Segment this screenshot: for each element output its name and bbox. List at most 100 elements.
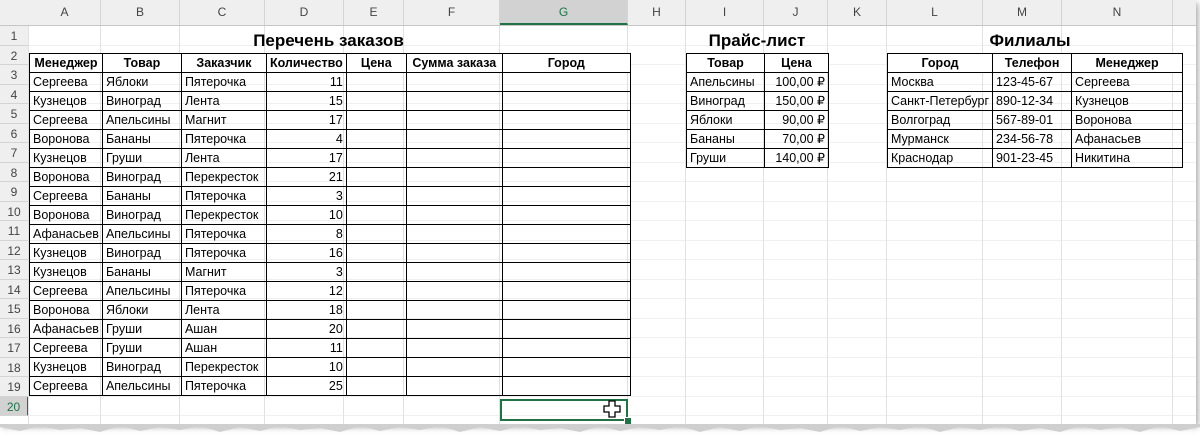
orders-cell[interactable] [405,91,503,111]
column-header-g[interactable]: G [500,0,628,25]
orders-cell[interactable] [345,110,407,130]
orders-cell[interactable]: Кузнецов [29,357,103,377]
branches-cell[interactable]: Воронова [1071,110,1184,130]
orders-cell[interactable]: 17 [265,148,347,168]
orders-cell[interactable] [345,224,407,244]
row-header-19[interactable]: 19 [0,377,29,397]
row-header-3[interactable]: 3 [0,65,29,85]
orders-cell[interactable]: 15 [265,91,347,111]
orders-cell[interactable]: 4 [265,129,347,149]
orders-cell[interactable]: Апельсины [101,281,182,301]
orders-cell[interactable]: Лента [180,91,267,111]
orders-cell[interactable]: Сергеева [29,110,103,130]
orders-cell[interactable] [405,243,503,263]
orders-cell[interactable] [345,338,407,358]
orders-cell[interactable]: Яблоки [101,72,182,92]
orders-cell[interactable]: Виноград [101,357,182,377]
orders-header-cell[interactable]: Цена [345,53,407,73]
row-header-2[interactable]: 2 [0,45,29,65]
orders-cell[interactable]: 10 [265,357,347,377]
orders-cell[interactable] [501,167,631,187]
orders-cell[interactable] [405,186,503,206]
row-header-20[interactable]: 20 [0,396,29,416]
column-header-n[interactable]: N [1062,0,1173,25]
orders-cell[interactable] [405,148,503,168]
orders-cell[interactable]: Афанасьев [29,224,103,244]
orders-cell[interactable]: Лента [180,300,267,320]
orders-cell[interactable] [501,262,631,282]
column-header-k[interactable]: K [828,0,887,25]
branches-cell[interactable]: 234-56-78 [992,129,1073,149]
column-header-i[interactable]: I [686,0,764,25]
row-header-10[interactable]: 10 [0,201,29,221]
orders-cell[interactable]: Кузнецов [29,262,103,282]
orders-cell[interactable]: 20 [265,319,347,339]
orders-header-cell[interactable]: Город [501,53,631,73]
orders-cell[interactable] [345,357,407,377]
branches-cell[interactable]: Волгоград [886,110,994,130]
orders-cell[interactable]: Бананы [101,186,182,206]
orders-header-cell[interactable]: Количество [265,53,347,73]
orders-cell[interactable] [405,224,503,244]
orders-cell[interactable] [345,167,407,187]
orders-cell[interactable] [405,357,503,377]
orders-cell[interactable]: Виноград [101,91,182,111]
row-header-12[interactable]: 12 [0,240,29,260]
orders-cell[interactable] [405,281,503,301]
orders-cell[interactable] [501,186,631,206]
column-header-c[interactable]: C [180,0,265,25]
orders-cell[interactable] [405,72,503,92]
row-header-15[interactable]: 15 [0,299,29,319]
row-header-4[interactable]: 4 [0,84,29,104]
orders-cell[interactable]: Афанасьев [29,319,103,339]
spreadsheet[interactable]: ABCDEFGHIJKLMN 1 2 3 4 5 6 7 8 9 10 11 12 13 14 15 16 17… [0,0,1196,424]
orders-cell[interactable] [501,224,631,244]
orders-cell[interactable] [345,243,407,263]
row-header-8[interactable]: 8 [0,162,29,182]
orders-cell[interactable]: Ашан [180,338,267,358]
orders-cell[interactable]: Перекресток [180,205,267,225]
orders-cell[interactable] [501,110,631,130]
column-header-j[interactable]: J [764,0,828,25]
row-header-9[interactable]: 9 [0,182,29,202]
pricelist-header-cell[interactable]: Товар [686,53,765,73]
row-header-16[interactable]: 16 [0,318,29,338]
orders-cell[interactable]: 12 [265,281,347,301]
orders-cell[interactable]: 10 [265,205,347,225]
orders-cell[interactable]: 21 [265,167,347,187]
orders-cell[interactable]: Пятерочка [180,186,267,206]
pricelist-cell[interactable]: Груши [686,148,765,168]
orders-cell[interactable]: Кузнецов [29,148,103,168]
orders-cell[interactable] [345,148,407,168]
orders-cell[interactable]: 25 [265,376,347,396]
branches-cell[interactable]: 890-12-34 [992,91,1073,111]
orders-cell[interactable]: Сергеева [29,338,103,358]
orders-cell[interactable] [501,205,631,225]
orders-cell[interactable]: Сергеева [29,186,103,206]
orders-cell[interactable]: Кузнецов [29,243,103,263]
orders-cell[interactable]: Лента [180,148,267,168]
branches-cell[interactable]: 123-45-67 [992,72,1073,92]
branches-cell[interactable]: Мурманск [886,129,994,149]
orders-cell[interactable]: Магнит [180,110,267,130]
orders-cell[interactable]: Пятерочка [180,243,267,263]
orders-cell[interactable]: Сергеева [29,281,103,301]
orders-cell[interactable] [405,205,503,225]
orders-cell[interactable]: Пятерочка [180,129,267,149]
orders-cell[interactable] [345,281,407,301]
pricelist-cell[interactable]: 100,00 ₽ [764,72,829,92]
branches-cell[interactable]: Краснодар [886,148,994,168]
branches-cell[interactable]: Санкт-Петербург [886,91,994,111]
row-header-18[interactable]: 18 [0,357,29,377]
orders-cell[interactable] [501,357,631,377]
orders-cell[interactable]: Яблоки [101,300,182,320]
orders-cell[interactable]: Воронова [29,129,103,149]
orders-cell[interactable] [345,300,407,320]
row-header-5[interactable]: 5 [0,104,29,124]
orders-cell[interactable] [501,243,631,263]
fill-handle[interactable] [624,417,632,424]
row-header-6[interactable]: 6 [0,123,29,143]
orders-cell[interactable]: Воронова [29,167,103,187]
orders-cell[interactable]: Груши [101,338,182,358]
pricelist-cell[interactable]: 140,00 ₽ [764,148,829,168]
